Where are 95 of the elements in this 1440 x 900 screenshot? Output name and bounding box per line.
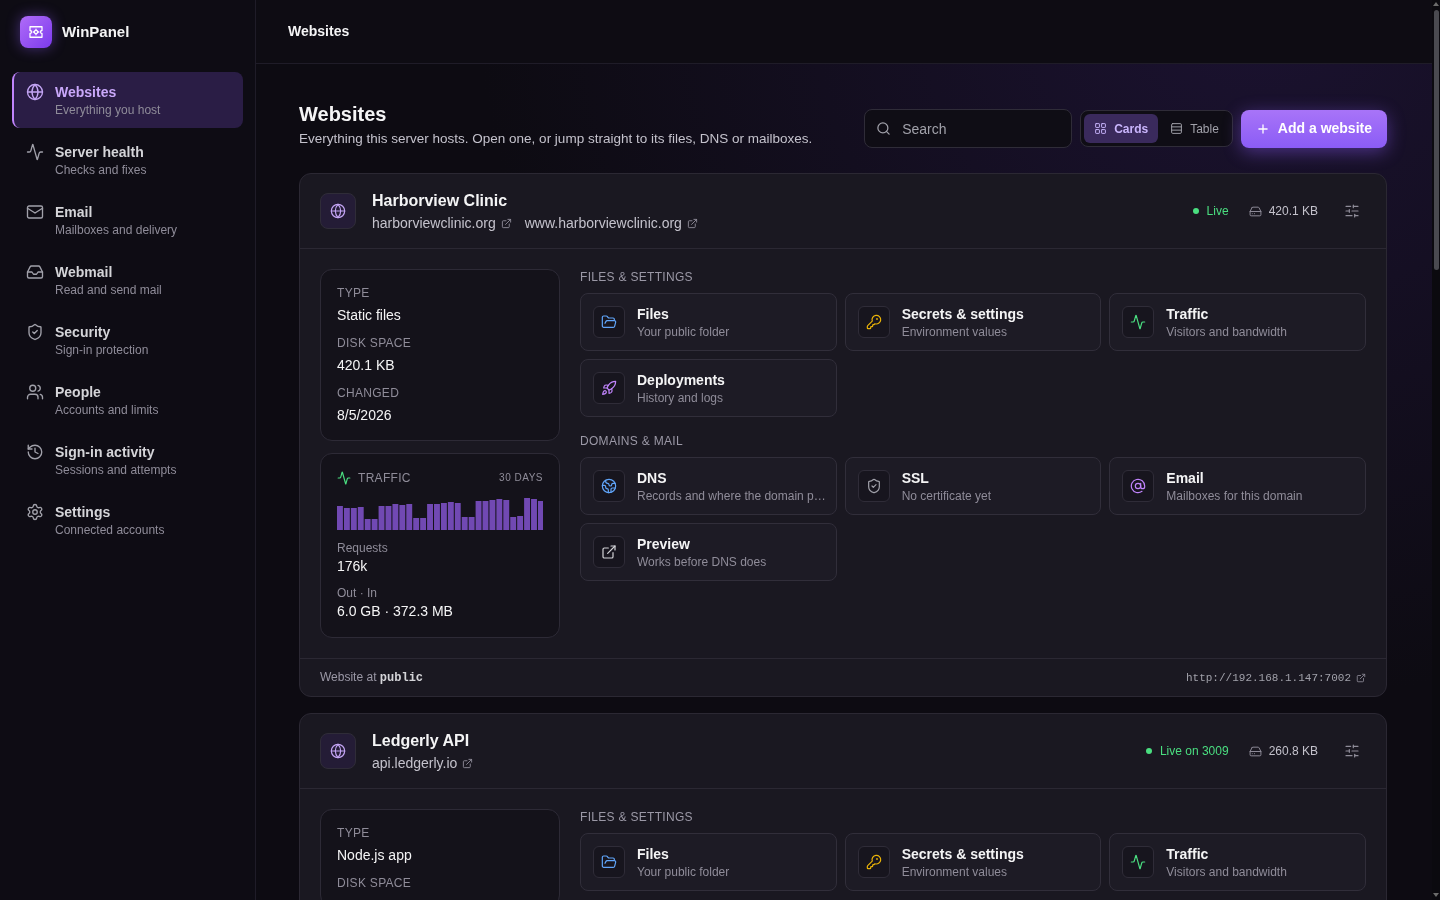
search-icon bbox=[876, 121, 892, 136]
detail-label: TYPE bbox=[337, 285, 371, 301]
section-heading: FILES & SETTINGS bbox=[580, 809, 694, 825]
scrollbar-track[interactable] bbox=[1432, 0, 1440, 900]
external-link-icon bbox=[686, 217, 698, 229]
view-tab[interactable]: Cards bbox=[1084, 114, 1159, 143]
status-label: Live bbox=[1206, 203, 1229, 219]
sliders-icon bbox=[1344, 203, 1360, 219]
shortcut-tile[interactable]: Files Your public folder bbox=[580, 293, 837, 351]
view-tab[interactable]: Table bbox=[1160, 114, 1229, 143]
website-name: Harborview Clinic bbox=[372, 191, 509, 211]
external-link-icon bbox=[462, 757, 474, 769]
shortcut-tile[interactable]: Secrets & settings Environment values bbox=[844, 833, 1102, 891]
nav-item[interactable]: Settings Connected accounts bbox=[12, 492, 243, 548]
history-icon bbox=[26, 443, 44, 461]
shortcut-tile[interactable]: Preview Works before DNS does bbox=[580, 523, 837, 581]
domain-link[interactable]: api.ledgerly.io bbox=[372, 753, 474, 773]
external-link-icon bbox=[500, 217, 512, 229]
grid-icon bbox=[1094, 122, 1108, 135]
globe-icon bbox=[593, 470, 625, 502]
pulse-icon bbox=[1122, 846, 1155, 878]
pulse-icon bbox=[1122, 306, 1155, 338]
envelope-icon bbox=[26, 203, 44, 221]
pulse-icon bbox=[26, 143, 44, 161]
nav-item[interactable]: Server health Checks and fixes bbox=[12, 132, 243, 188]
stat-label: Requests bbox=[337, 540, 389, 556]
detail-value: Node.js app bbox=[337, 846, 413, 865]
domain-link[interactable]: www.harborviewclinic.org bbox=[524, 213, 698, 233]
detail-label: TYPE bbox=[337, 825, 371, 841]
scroll-down-icon[interactable] bbox=[1433, 893, 1439, 897]
external-link-icon bbox=[593, 536, 625, 568]
nav-item[interactable]: Sign-in activity Sessions and attempts bbox=[12, 432, 243, 488]
period-label: 30 DAYS bbox=[499, 471, 543, 485]
pulse-icon bbox=[337, 471, 351, 485]
app-logo-icon bbox=[20, 16, 52, 48]
people-icon bbox=[26, 383, 44, 401]
shortcut-tile[interactable]: Email Mailboxes for this domain bbox=[1109, 457, 1366, 515]
section-heading: DOMAINS & MAIL bbox=[580, 433, 684, 449]
disk-usage-label: 420.1 KB bbox=[1268, 203, 1318, 219]
shortcut-tile[interactable]: Deployments History and logs bbox=[580, 359, 837, 417]
drive-icon bbox=[1248, 744, 1262, 758]
stat-label: Out · In bbox=[337, 585, 378, 601]
plus-icon bbox=[1255, 121, 1270, 136]
folder-caption: Website at public bbox=[320, 669, 424, 686]
shortcut-tile[interactable]: Traffic Visitors and bandwidth bbox=[1109, 833, 1366, 891]
nav-item[interactable]: People Accounts and limits bbox=[12, 372, 243, 428]
rows-icon bbox=[1170, 122, 1184, 135]
globe-icon bbox=[320, 193, 356, 229]
website-name: Ledgerly API bbox=[372, 731, 471, 751]
detail-label: CHANGED bbox=[337, 385, 401, 401]
shield-check-icon bbox=[857, 470, 890, 502]
shortcut-tile[interactable]: Traffic Visitors and bandwidth bbox=[1109, 293, 1366, 351]
settings-icon bbox=[26, 503, 44, 521]
globe-icon bbox=[320, 733, 356, 769]
at-sign-icon bbox=[1122, 470, 1155, 502]
key-icon bbox=[857, 306, 890, 338]
shortcut-tile[interactable]: Secrets & settings Environment values bbox=[844, 293, 1102, 351]
app-name: WinPanel bbox=[62, 22, 130, 42]
search-field[interactable]: Search bbox=[864, 109, 1073, 148]
drive-icon bbox=[1248, 204, 1262, 218]
detail-value: 420.1 KB bbox=[337, 356, 396, 375]
page-subtitle: Everything this server hosts. Open one, or jump straight to its files, DNS or mailboxes. bbox=[299, 130, 813, 148]
nav-item[interactable]: Webmail Read and send mail bbox=[12, 252, 243, 308]
nav-item[interactable]: Websites Everything you host bbox=[12, 72, 243, 128]
shortcut-tile[interactable]: SSL No certificate yet bbox=[844, 457, 1102, 515]
folder-icon bbox=[593, 306, 625, 338]
detail-value: 8/5/2026 bbox=[337, 406, 393, 425]
sliders-icon bbox=[1344, 743, 1360, 759]
key-icon bbox=[857, 846, 890, 878]
stat-value: 6.0 GB · 372.3 MB bbox=[337, 602, 454, 621]
add-website-button[interactable]: Add a website bbox=[1240, 109, 1387, 148]
rocket-icon bbox=[593, 372, 625, 404]
shortcut-tile[interactable]: Files Your public folder bbox=[580, 833, 837, 891]
globe-icon bbox=[26, 83, 44, 101]
inbox-icon bbox=[26, 263, 44, 281]
page-title: Websites bbox=[299, 102, 388, 127]
scrollbar-thumb[interactable] bbox=[1433, 10, 1439, 270]
folder-icon bbox=[593, 846, 625, 878]
disk-usage-label: 260.8 KB bbox=[1268, 743, 1318, 759]
url-link[interactable]: http://192.168.1.147:7002 bbox=[1185, 669, 1366, 686]
topbar-title: Websites bbox=[288, 22, 350, 41]
detail-value: Static files bbox=[337, 306, 402, 325]
section-heading: FILES & SETTINGS bbox=[580, 269, 694, 285]
shield-check-icon bbox=[26, 323, 44, 341]
stat-value: 176k bbox=[337, 557, 369, 576]
detail-label: DISK SPACE bbox=[337, 875, 413, 891]
external-link-icon bbox=[1356, 672, 1366, 683]
nav-item[interactable]: Email Mailboxes and delivery bbox=[12, 192, 243, 248]
domain-link[interactable]: harborviewclinic.org bbox=[372, 213, 512, 233]
shortcut-tile[interactable]: DNS Records and where the domain p… bbox=[580, 457, 837, 515]
status-label: Live on 3009 bbox=[1159, 743, 1229, 759]
traffic-label: TRAFFIC bbox=[358, 470, 411, 486]
nav-item[interactable]: Security Sign-in protection bbox=[12, 312, 243, 368]
detail-label: DISK SPACE bbox=[337, 335, 413, 351]
scroll-up-icon[interactable] bbox=[1433, 2, 1439, 6]
